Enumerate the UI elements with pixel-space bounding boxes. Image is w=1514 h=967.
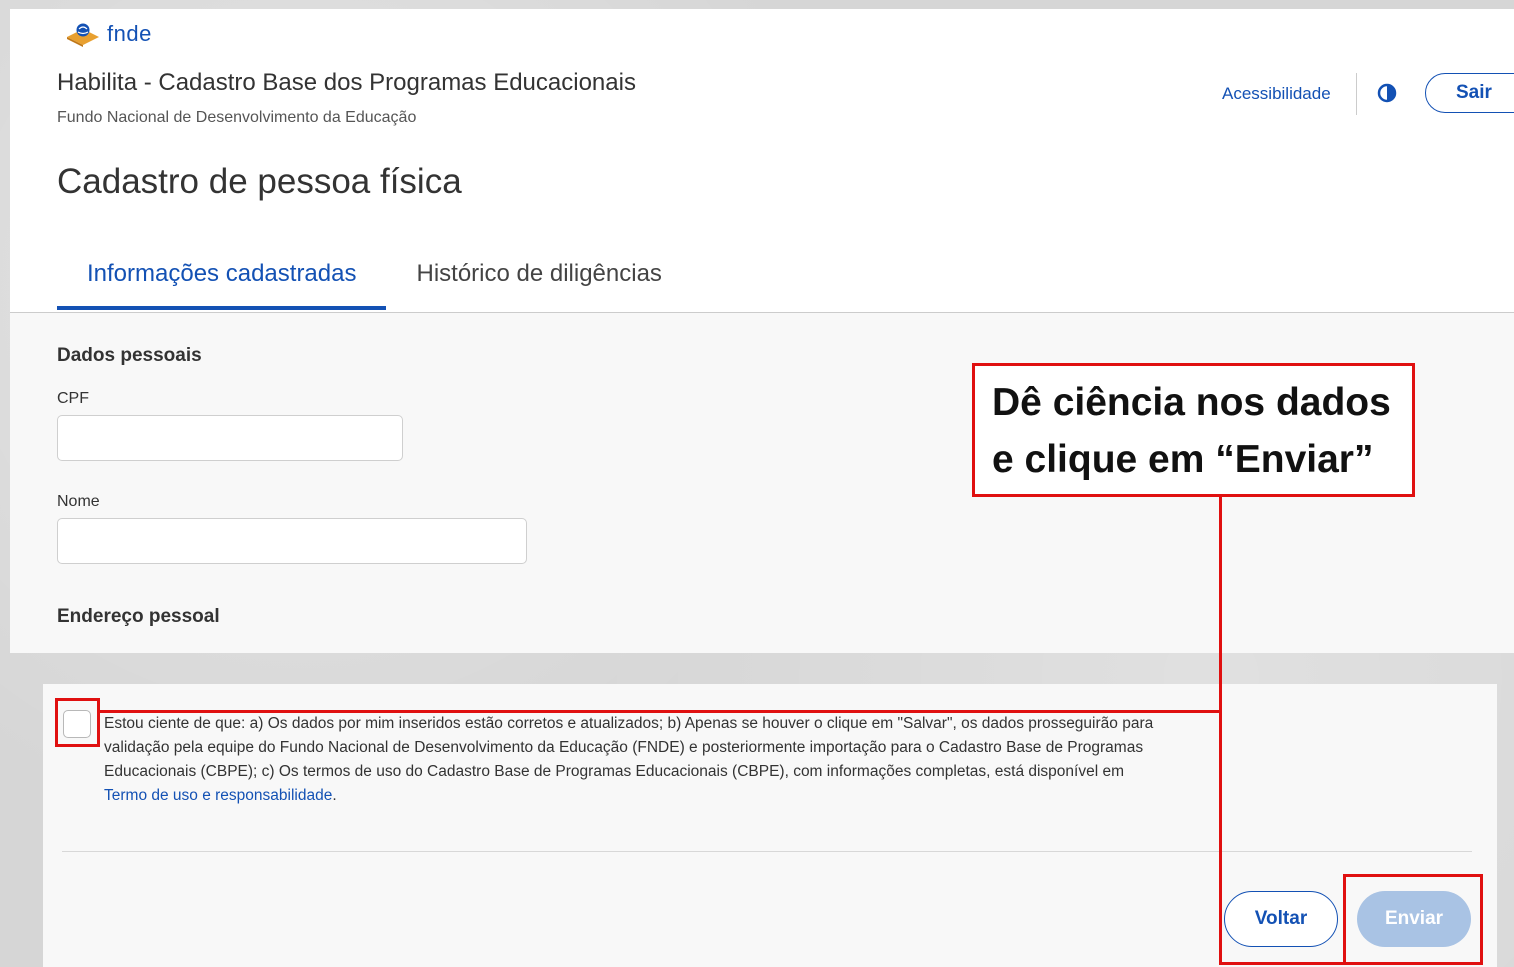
accessibility-link[interactable]: Acessibilidade	[1222, 84, 1331, 104]
consent-panel: Estou ciente de que: a) Os dados por mim…	[43, 684, 1497, 967]
app-subtitle: Fundo Nacional de Desenvolvimento da Edu…	[57, 109, 417, 126]
contrast-icon[interactable]	[1377, 83, 1397, 103]
consent-text-body: Estou ciente de que: a) Os dados por mim…	[104, 715, 1154, 780]
fnde-emblem-icon	[65, 21, 101, 47]
site-header: fnde Habilita - Cadastro Base dos Progra…	[10, 9, 1514, 148]
fnde-logo[interactable]: fnde	[65, 21, 152, 47]
callout-line-1: Dê ciência nos dados	[992, 381, 1391, 424]
form-screenshot-panel: fnde Habilita - Cadastro Base dos Progra…	[10, 9, 1514, 653]
annotation-connector-vertical	[1219, 497, 1222, 965]
logo-text: fnde	[107, 21, 152, 46]
tabs-divider	[10, 312, 1514, 313]
actions-divider	[62, 851, 1472, 852]
tab-bar: Informações cadastradas Histórico de dil…	[57, 260, 692, 310]
section-title-personal: Dados pessoais	[57, 345, 202, 366]
logout-button[interactable]: Sair	[1425, 73, 1514, 113]
consent-text: Estou ciente de que: a) Os dados por mim…	[104, 712, 1154, 808]
cpf-label: CPF	[57, 390, 89, 407]
back-button[interactable]: Voltar	[1224, 891, 1338, 947]
instruction-callout: Dê ciência nos dados e clique em “Enviar…	[972, 363, 1415, 497]
submit-highlight	[1343, 874, 1483, 965]
callout-line-2: e clique em “Enviar”	[992, 438, 1374, 481]
cpf-field[interactable]	[57, 415, 403, 461]
page-title-area: Cadastro de pessoa física Informações ca…	[10, 148, 1514, 313]
tab-historico-diligencias[interactable]: Histórico de diligências	[386, 260, 691, 310]
annotation-connector-horizontal	[97, 710, 1222, 713]
checkbox-highlight	[55, 698, 100, 747]
terms-link[interactable]: Termo de uso e responsabilidade	[104, 787, 332, 804]
header-divider	[1356, 73, 1357, 115]
section-title-address: Endereço pessoal	[57, 606, 220, 627]
name-field[interactable]	[57, 518, 527, 564]
page-title: Cadastro de pessoa física	[57, 162, 462, 201]
annotation-connector-bottom	[1219, 962, 1346, 965]
consent-text-end: .	[332, 787, 337, 804]
name-label: Nome	[57, 493, 100, 510]
app-title: Habilita - Cadastro Base dos Programas E…	[57, 69, 636, 96]
tab-informacoes-cadastradas[interactable]: Informações cadastradas	[57, 260, 387, 310]
